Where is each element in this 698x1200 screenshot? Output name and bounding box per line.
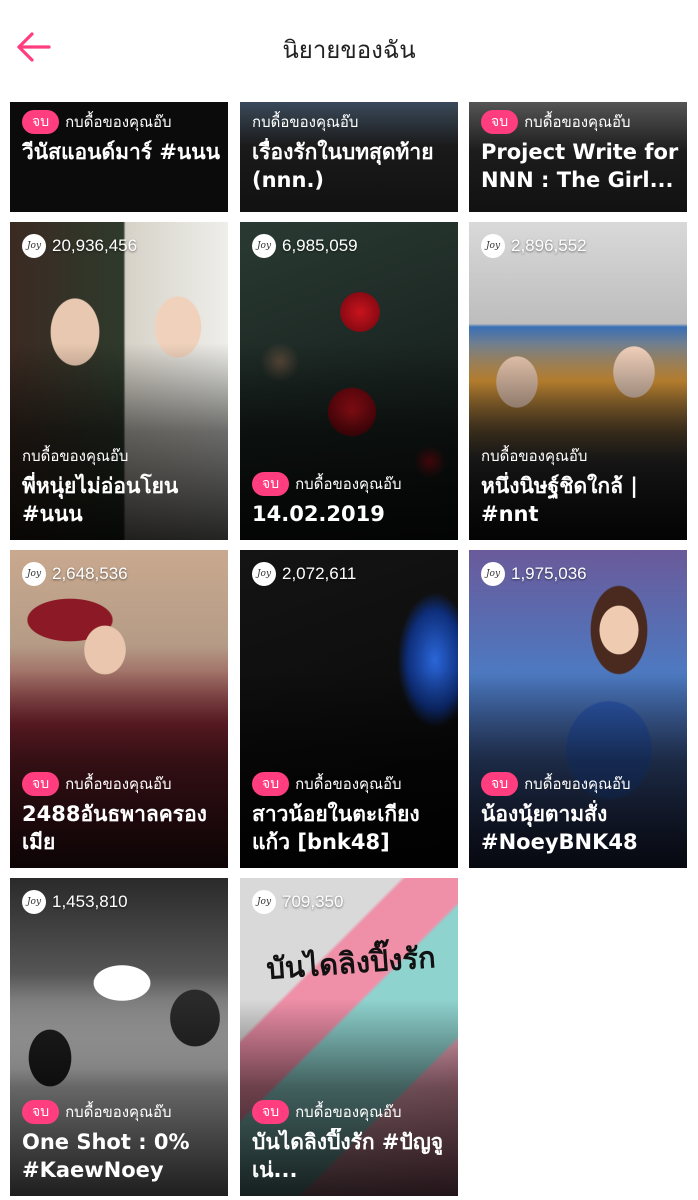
novel-card[interactable]: Joy 2,072,611 จบ กบดื้อของคุณอ๊บ สาวน้อย… xyxy=(240,550,458,868)
view-count: Joy 709,350 xyxy=(252,890,343,914)
novel-author: กบดื้อของคุณอ๊บ xyxy=(295,475,402,493)
novel-author: กบดื้อของคุณอ๊บ xyxy=(65,775,172,793)
joy-icon: Joy xyxy=(22,890,46,914)
novel-author: กบดื้อของคุณอ๊บ xyxy=(22,447,129,465)
novel-author: กบดื้อของคุณอ๊บ xyxy=(524,775,631,793)
novel-title: สาวน้อยในตะเกียงแก้ว [bnk48] xyxy=(252,802,420,854)
novel-title: Project Write for NNN : The Girl... xyxy=(481,140,679,192)
novel-title: เรื่องรักในบทสุดท้าย (nnn.) xyxy=(252,140,434,192)
novel-author: กบดื้อของคุณอ๊บ xyxy=(295,1103,402,1121)
novel-card[interactable]: Joy 1,453,810 จบ กบดื้อของคุณอ๊บ One Sho… xyxy=(10,878,228,1196)
completed-badge: จบ xyxy=(481,110,519,134)
completed-badge: จบ xyxy=(22,772,60,796)
novel-title: 14.02.2019 xyxy=(252,502,385,526)
novel-card[interactable]: บันไดลิงปิ๊งรัก Joy 709,350 จบ กบดื้อของ… xyxy=(240,878,458,1196)
novel-card[interactable]: จบ กบดื้อของคุณอ๊บ วีนัสแอนด์มาร์ #นนน xyxy=(10,102,228,212)
novel-card[interactable]: Joy 2,648,536 จบ กบดื้อของคุณอ๊บ 2488อัน… xyxy=(10,550,228,868)
joy-icon: Joy xyxy=(22,562,46,586)
completed-badge: จบ xyxy=(22,1100,60,1124)
novel-card[interactable]: จบ กบดื้อของคุณอ๊บ Project Write for NNN… xyxy=(469,102,687,212)
view-count: Joy 2,072,611 xyxy=(252,562,356,586)
view-count: Joy 1,975,036 xyxy=(481,562,587,586)
novel-card[interactable]: Joy 20,936,456 กบดื้อของคุณอ๊บ พี่หนุ่ยไ… xyxy=(10,222,228,540)
joy-icon: Joy xyxy=(22,234,46,258)
joy-icon: Joy xyxy=(481,562,505,586)
novel-author: กบดื้อของคุณอ๊บ xyxy=(252,113,359,131)
novel-title: บันไดลิงปิ๊งรัก #ปัญจูเน่... xyxy=(252,1130,444,1182)
novel-title: หนึ่งนิษฐ์ชิดใกล้ | #nnt xyxy=(481,474,638,526)
novel-author: กบดื้อของคุณอ๊บ xyxy=(65,1103,172,1121)
novel-author: กบดื้อของคุณอ๊บ xyxy=(524,113,631,131)
completed-badge: จบ xyxy=(481,772,519,796)
view-count: Joy 20,936,456 xyxy=(22,234,137,258)
novel-author: กบดื้อของคุณอ๊บ xyxy=(295,775,402,793)
novel-title: One Shot : 0% #KaewNoey xyxy=(22,1130,190,1182)
completed-badge: จบ xyxy=(22,110,60,134)
joy-icon: Joy xyxy=(481,234,505,258)
view-count: Joy 6,985,059 xyxy=(252,234,358,258)
novel-title: วีนัสแอนด์มาร์ #นนน xyxy=(22,140,220,164)
completed-badge: จบ xyxy=(252,472,290,496)
novel-title: พี่หนุ่ยไม่อ่อนโยน #นนน xyxy=(22,474,179,526)
novel-title: น้องนุ้ยตามสั่ง #NoeyBNK48 xyxy=(481,802,638,854)
joy-icon: Joy xyxy=(252,890,276,914)
joy-icon: Joy xyxy=(252,234,276,258)
completed-badge: จบ xyxy=(252,1100,290,1124)
novel-card[interactable]: Joy 1,975,036 จบ กบดื้อของคุณอ๊บ น้องนุ้… xyxy=(469,550,687,868)
novel-title: 2488อันธพาลครองเมีย xyxy=(22,802,207,854)
completed-badge: จบ xyxy=(252,772,290,796)
view-count: Joy 2,896,552 xyxy=(481,234,587,258)
novel-author: กบดื้อของคุณอ๊บ xyxy=(481,447,588,465)
joy-icon: Joy xyxy=(252,562,276,586)
novel-grid: จบ กบดื้อของคุณอ๊บ วีนัสแอนด์มาร์ #นนน ก… xyxy=(10,0,688,1200)
novel-card[interactable]: Joy 6,985,059 จบ กบดื้อของคุณอ๊บ 14.02.2… xyxy=(240,222,458,540)
novel-author: กบดื้อของคุณอ๊บ xyxy=(65,113,172,131)
view-count: Joy 2,648,536 xyxy=(22,562,128,586)
novel-card[interactable]: กบดื้อของคุณอ๊บ เรื่องรักในบทสุดท้าย (nn… xyxy=(240,102,458,212)
novel-card[interactable]: Joy 2,896,552 กบดื้อของคุณอ๊บ หนึ่งนิษฐ์… xyxy=(469,222,687,540)
view-count: Joy 1,453,810 xyxy=(22,890,128,914)
